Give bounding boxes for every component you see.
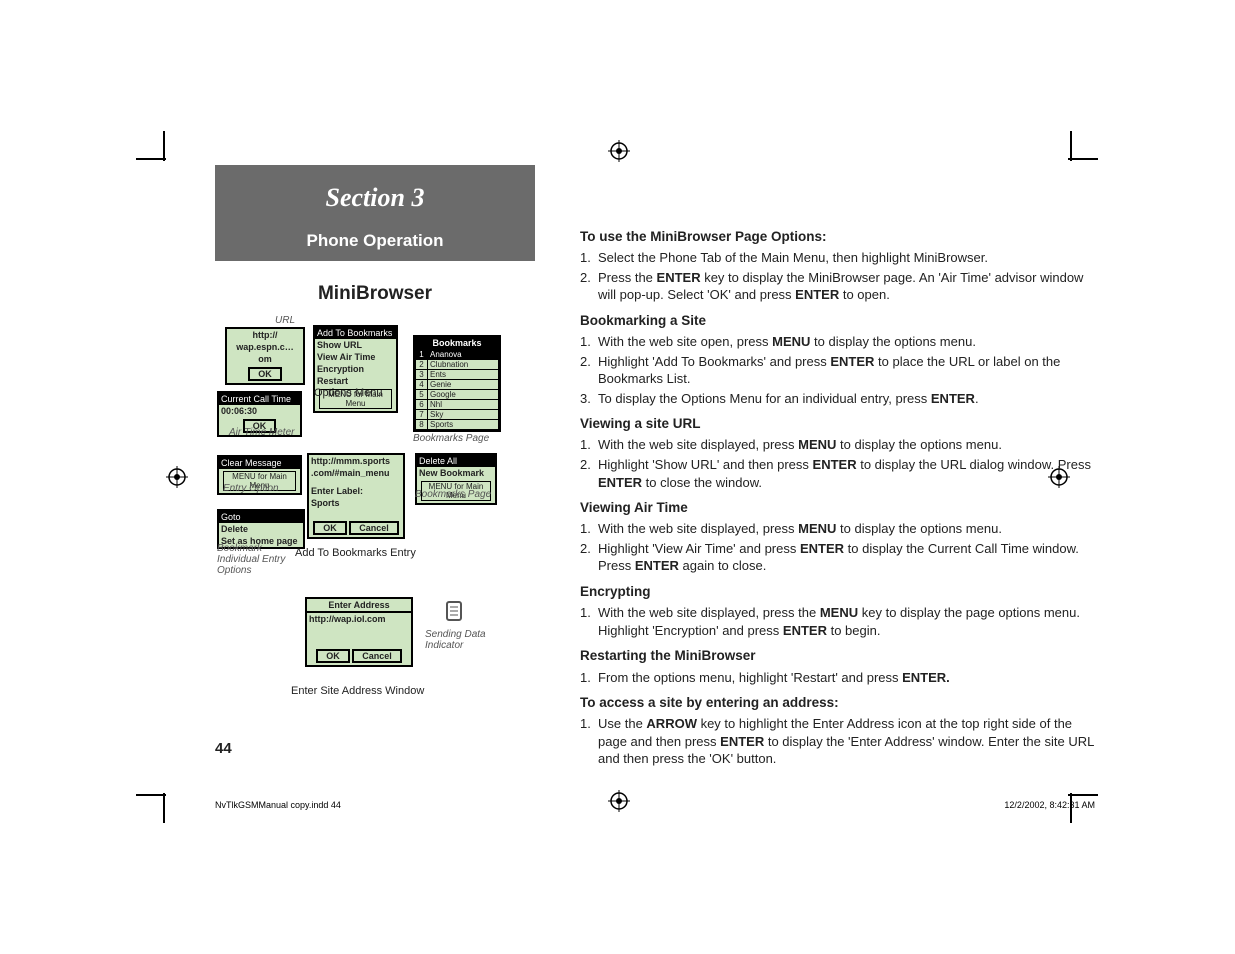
footer: NvTlkGSMManual copy.indd 44 12/2/2002, 8… bbox=[215, 800, 1095, 810]
crop-mark bbox=[1068, 794, 1098, 796]
fig-options-menu: Add To Bookmarks Show URL View Air Time … bbox=[313, 325, 398, 413]
heading: To access a site by entering an address: bbox=[580, 694, 1100, 712]
cancel-button: Cancel bbox=[349, 521, 399, 535]
table-row: 8Sports bbox=[416, 420, 499, 430]
caption-add-entry: Add To Bookmarks Entry bbox=[295, 547, 416, 559]
ok-button: OK bbox=[313, 521, 347, 535]
heading: Restarting the MiniBrowser bbox=[580, 647, 1100, 665]
heading: Viewing a site URL bbox=[580, 415, 1100, 433]
ok-button: OK bbox=[316, 649, 350, 663]
caption-enter-site: Enter Site Address Window bbox=[291, 685, 424, 697]
table-row: 7Sky bbox=[416, 410, 499, 420]
caption-bookmarks2: Bookmarks Page bbox=[415, 489, 491, 500]
section-title: Section 3 bbox=[223, 183, 527, 213]
ok-button: OK bbox=[248, 367, 282, 381]
footer-right: 12/2/2002, 8:42:31 AM bbox=[1004, 800, 1095, 810]
table-row: 3Ents bbox=[416, 370, 499, 380]
caption-ind-entry: Bookmark Individual Entry Options bbox=[217, 543, 297, 576]
caption-url: URL bbox=[275, 315, 295, 326]
heading: Bookmarking a Site bbox=[580, 312, 1100, 330]
table-row: 2Clubnation bbox=[416, 360, 499, 370]
fig-bookmarks-list: Bookmarks 1Ananova 2Clubnation 3Ents 4Ge… bbox=[413, 335, 501, 432]
cancel-button: Cancel bbox=[352, 649, 402, 663]
page-number: 44 bbox=[215, 740, 232, 757]
fig-add-entry: http://mmm.sports .com/#main_menu Enter … bbox=[307, 453, 405, 539]
crop-mark bbox=[136, 794, 166, 796]
table-row: 6Nhl bbox=[416, 400, 499, 410]
heading: Viewing Air Time bbox=[580, 499, 1100, 517]
body-text: To use the MiniBrowser Page Options: 1.S… bbox=[580, 220, 1100, 770]
table-row: 4Genie bbox=[416, 380, 499, 390]
page-heading: MiniBrowser bbox=[215, 283, 535, 305]
caption-airtime: Air Time Meter bbox=[229, 427, 294, 438]
crop-mark bbox=[163, 793, 165, 823]
table-row: 1Ananova bbox=[416, 350, 499, 360]
caption-bookmarks: Bookmarks Page bbox=[413, 433, 489, 444]
heading: To use the MiniBrowser Page Options: bbox=[580, 228, 1100, 246]
table-row: 5Google bbox=[416, 390, 499, 400]
footer-left: NvTlkGSMManual copy.indd 44 bbox=[215, 800, 341, 810]
sending-data-icon bbox=[443, 599, 465, 630]
fig-enter-address: Enter Address http://wap.iol.com OK Canc… bbox=[305, 597, 413, 667]
section-banner: Section 3 Phone Operation bbox=[215, 165, 535, 261]
fig-url-box: http:// wap.espn.c… om OK bbox=[225, 327, 305, 385]
caption-sending-data: Sending Data Indicator bbox=[425, 629, 495, 651]
caption-entry-option: Entry Option bbox=[223, 483, 279, 494]
section-subtitle: Phone Operation bbox=[223, 231, 527, 251]
heading: Encrypting bbox=[580, 583, 1100, 601]
caption-options-menu: Options Menu bbox=[314, 387, 382, 399]
